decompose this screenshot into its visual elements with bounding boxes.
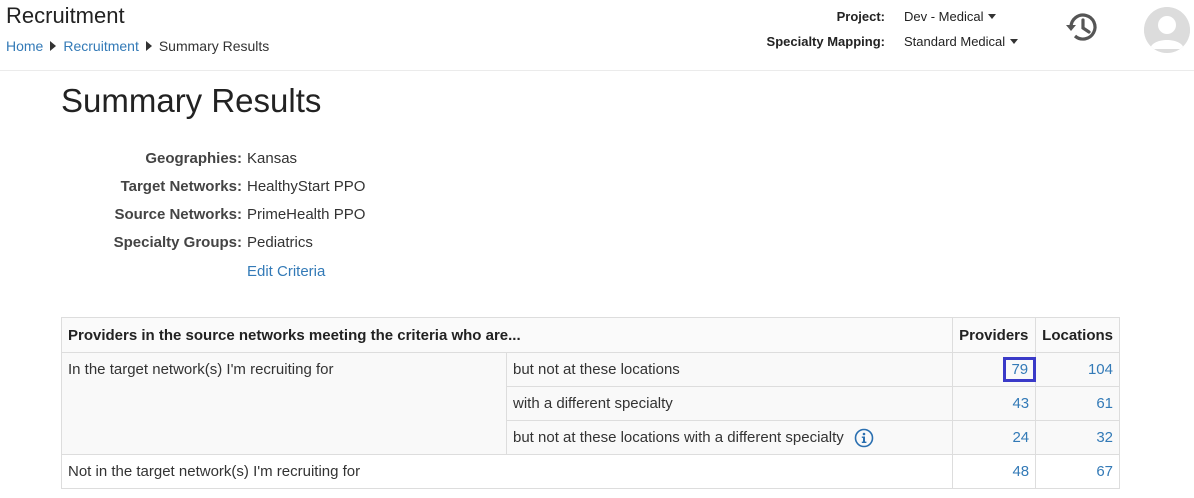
criteria-value: PrimeHealth PPO: [247, 206, 366, 223]
criteria-row-geographies: Geographies: Kansas: [62, 146, 365, 174]
locations-cell: 61: [1035, 386, 1120, 421]
page-title: Summary Results: [61, 82, 322, 119]
specialty-mapping-field: Specialty Mapping: Standard Medical: [740, 34, 1019, 49]
locations-count-link[interactable]: 61: [1096, 395, 1113, 412]
row-sub-label: but not at these locations: [505, 352, 954, 387]
table-header-row: Providers in the source networks meeting…: [60, 317, 1120, 353]
breadcrumb-recruitment[interactable]: Recruitment: [63, 38, 138, 54]
providers-cell: 79: [952, 352, 1037, 387]
criteria-label: Source Networks:: [114, 206, 242, 223]
user-avatar-icon[interactable]: [1144, 7, 1190, 53]
project-field: Project: Dev - Medical: [770, 9, 997, 24]
providers-count-link[interactable]: 48: [1012, 463, 1029, 480]
history-icon[interactable]: [1063, 8, 1101, 46]
specialty-mapping-dropdown[interactable]: Standard Medical: [904, 34, 1019, 49]
criteria-label: Geographies:: [145, 150, 242, 167]
row-sub-label: with a different specialty: [505, 386, 954, 421]
row-sub-label: but not at these locations with a differ…: [513, 428, 844, 446]
column-header-providers: Providers: [952, 317, 1037, 353]
caret-down-icon: [988, 14, 997, 19]
providers-cell: 24: [952, 420, 1037, 455]
locations-cell: 32: [1035, 420, 1120, 455]
in-target-label: In the target network(s) I'm recruiting …: [61, 352, 507, 455]
breadcrumb-separator-icon: [50, 41, 57, 51]
locations-count-link[interactable]: 67: [1096, 463, 1113, 480]
criteria-row-specialty-groups: Specialty Groups: Pediatrics: [62, 230, 365, 258]
criteria-list: Geographies: Kansas Target Networks: Hea…: [62, 146, 366, 258]
app-title: Recruitment: [6, 3, 125, 28]
providers-cell: 48: [952, 454, 1037, 489]
criteria-row-source-networks: Source Networks: PrimeHealth PPO: [62, 202, 365, 230]
caret-down-icon: [1010, 39, 1019, 44]
row-sub-label-cell: but not at these locations with a differ…: [505, 420, 954, 455]
providers-count-link[interactable]: 79: [1003, 357, 1037, 382]
table-row: In the target network(s) I'm recruiting …: [61, 352, 1120, 455]
project-label: Project:: [836, 9, 885, 24]
edit-criteria-link[interactable]: Edit Criteria: [247, 259, 325, 285]
criteria-value: Kansas: [247, 150, 298, 167]
providers-count-link[interactable]: 24: [1012, 429, 1029, 446]
project-dropdown[interactable]: Dev - Medical: [904, 9, 997, 24]
locations-cell: 104: [1035, 352, 1120, 387]
breadcrumb: Home Recruitment Summary Results: [6, 38, 269, 54]
specialty-mapping-label: Specialty Mapping:: [766, 34, 885, 49]
not-in-target-label: Not in the target network(s) I'm recruit…: [60, 454, 954, 489]
breadcrumb-current: Summary Results: [158, 38, 270, 54]
providers-count-link[interactable]: 43: [1012, 395, 1029, 412]
table-header-description: Providers in the source networks meeting…: [60, 317, 954, 353]
locations-count-link[interactable]: 32: [1096, 429, 1113, 446]
project-value: Dev - Medical: [904, 9, 984, 24]
breadcrumb-separator-icon: [145, 41, 152, 51]
top-header: Recruitment Home Recruitment Summary Res…: [0, 0, 1194, 71]
locations-cell: 67: [1035, 454, 1120, 489]
criteria-value: HealthyStart PPO: [247, 178, 366, 195]
locations-count-link[interactable]: 104: [1088, 361, 1113, 378]
table-row: Not in the target network(s) I'm recruit…: [60, 454, 1120, 489]
criteria-label: Specialty Groups:: [113, 234, 242, 251]
summary-results-table: Providers in the source networks meeting…: [60, 317, 1120, 489]
providers-cell: 43: [952, 386, 1037, 421]
column-header-locations: Locations: [1035, 317, 1120, 353]
info-icon[interactable]: [854, 428, 874, 448]
criteria-value: Pediatrics: [247, 234, 313, 251]
criteria-row-target-networks: Target Networks: HealthyStart PPO: [62, 174, 366, 202]
specialty-mapping-value: Standard Medical: [904, 34, 1006, 49]
breadcrumb-home[interactable]: Home: [6, 38, 43, 54]
criteria-label: Target Networks:: [120, 178, 242, 195]
